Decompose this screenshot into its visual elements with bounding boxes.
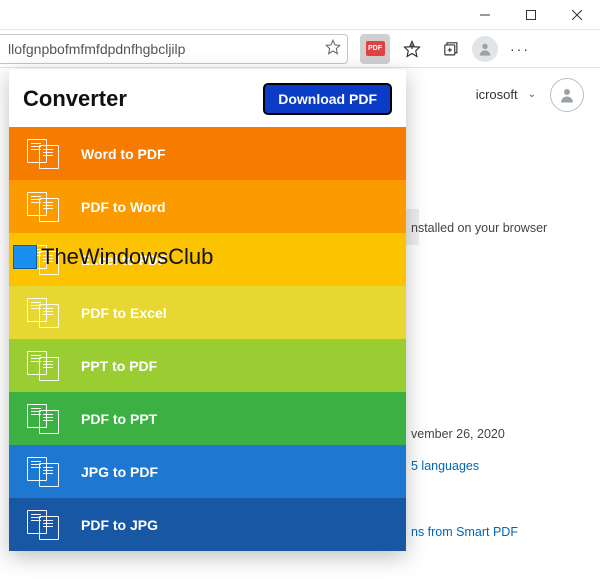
- option-pdf-to-word[interactable]: PDF to Word: [9, 180, 406, 233]
- option-label: PDF to PPT: [81, 411, 157, 427]
- bookmark-star-icon[interactable]: [325, 39, 341, 58]
- microsoft-dropdown[interactable]: icrosoft ⌄: [476, 87, 536, 102]
- doc-swap-icon: [27, 351, 61, 381]
- browser-toolbar: llofgnpbofmfmfdpdnfhgbcljilp PDF ···: [0, 30, 600, 68]
- more-menu-button[interactable]: ···: [504, 33, 536, 65]
- doc-swap-icon: [27, 139, 61, 169]
- watermark-logo-icon: [13, 245, 37, 269]
- address-text: llofgnpbofmfmfdpdnfhgbcljilp: [8, 41, 325, 57]
- option-pdf-to-ppt[interactable]: PDF to PPT: [9, 392, 406, 445]
- languages-link[interactable]: 5 languages: [411, 459, 479, 473]
- watermark: TheWindowsClub: [13, 244, 213, 270]
- profile-avatar-large[interactable]: [550, 78, 584, 112]
- profile-avatar-small[interactable]: [472, 36, 498, 62]
- window-titlebar: [0, 0, 600, 30]
- option-label: PDF to Excel: [81, 305, 167, 321]
- option-jpg-to-pdf[interactable]: JPG to PDF: [9, 445, 406, 498]
- microsoft-label: icrosoft: [476, 87, 518, 102]
- option-pdf-to-excel[interactable]: PDF to Excel: [9, 286, 406, 339]
- date-text: vember 26, 2020: [411, 427, 505, 441]
- option-label: PPT to PDF: [81, 358, 157, 374]
- smart-pdf-link[interactable]: ns from Smart PDF: [411, 525, 518, 539]
- doc-swap-icon: [27, 298, 61, 328]
- option-word-to-pdf[interactable]: Word to PDF: [9, 127, 406, 180]
- download-pdf-button[interactable]: Download PDF: [263, 83, 392, 115]
- converter-options-list: Word to PDF PDF to Word Excel to PDF PDF…: [9, 127, 406, 551]
- pdf-chip-label: PDF: [366, 41, 385, 56]
- watermark-text: TheWindowsClub: [41, 244, 213, 270]
- option-label: Word to PDF: [81, 146, 166, 162]
- chevron-down-icon: ⌄: [528, 89, 536, 100]
- popup-header: Converter Download PDF: [9, 69, 406, 127]
- option-label: PDF to Word: [81, 199, 166, 215]
- address-bar[interactable]: llofgnpbofmfmfdpdnfhgbcljilp: [0, 34, 348, 64]
- collections-icon[interactable]: [434, 33, 466, 65]
- option-pdf-to-jpg[interactable]: PDF to JPG: [9, 498, 406, 551]
- doc-swap-icon: [27, 510, 61, 540]
- doc-swap-icon: [27, 192, 61, 222]
- installed-text: nstalled on your browser: [411, 221, 547, 235]
- option-label: PDF to JPG: [81, 517, 158, 533]
- converter-popup: Converter Download PDF Word to PDF PDF t…: [9, 69, 406, 551]
- doc-swap-icon: [27, 457, 61, 487]
- extension-pdf-icon[interactable]: PDF: [360, 34, 390, 64]
- option-label: JPG to PDF: [81, 464, 158, 480]
- doc-swap-icon: [27, 404, 61, 434]
- window-maximize-button[interactable]: [508, 0, 554, 30]
- option-ppt-to-pdf[interactable]: PPT to PDF: [9, 339, 406, 392]
- window-minimize-button[interactable]: [462, 0, 508, 30]
- favorites-icon[interactable]: [396, 33, 428, 65]
- window-close-button[interactable]: [554, 0, 600, 30]
- popup-title: Converter: [23, 86, 127, 112]
